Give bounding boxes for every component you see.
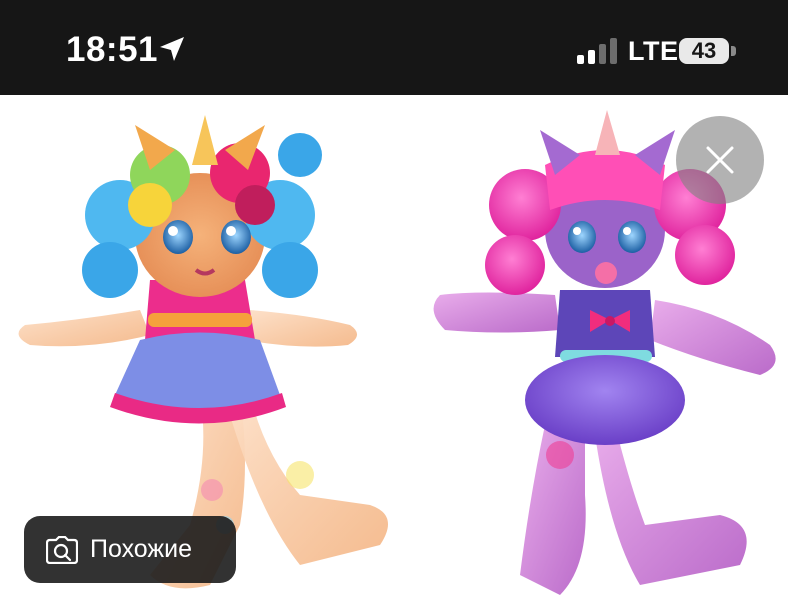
location-arrow-icon	[160, 37, 184, 61]
clock: 18:51	[66, 30, 159, 69]
similar-button[interactable]: Похожие	[24, 516, 236, 583]
camera-search-icon	[46, 536, 78, 564]
close-button[interactable]	[676, 116, 764, 204]
status-bar: 18:51 LTE 43	[0, 0, 788, 95]
network-type: LTE	[628, 36, 679, 66]
close-icon	[706, 146, 734, 174]
battery-cap	[731, 46, 736, 56]
similar-label: Похожие	[90, 535, 193, 563]
cellular-signal-icon	[577, 38, 617, 64]
battery-indicator: 43	[679, 38, 729, 64]
